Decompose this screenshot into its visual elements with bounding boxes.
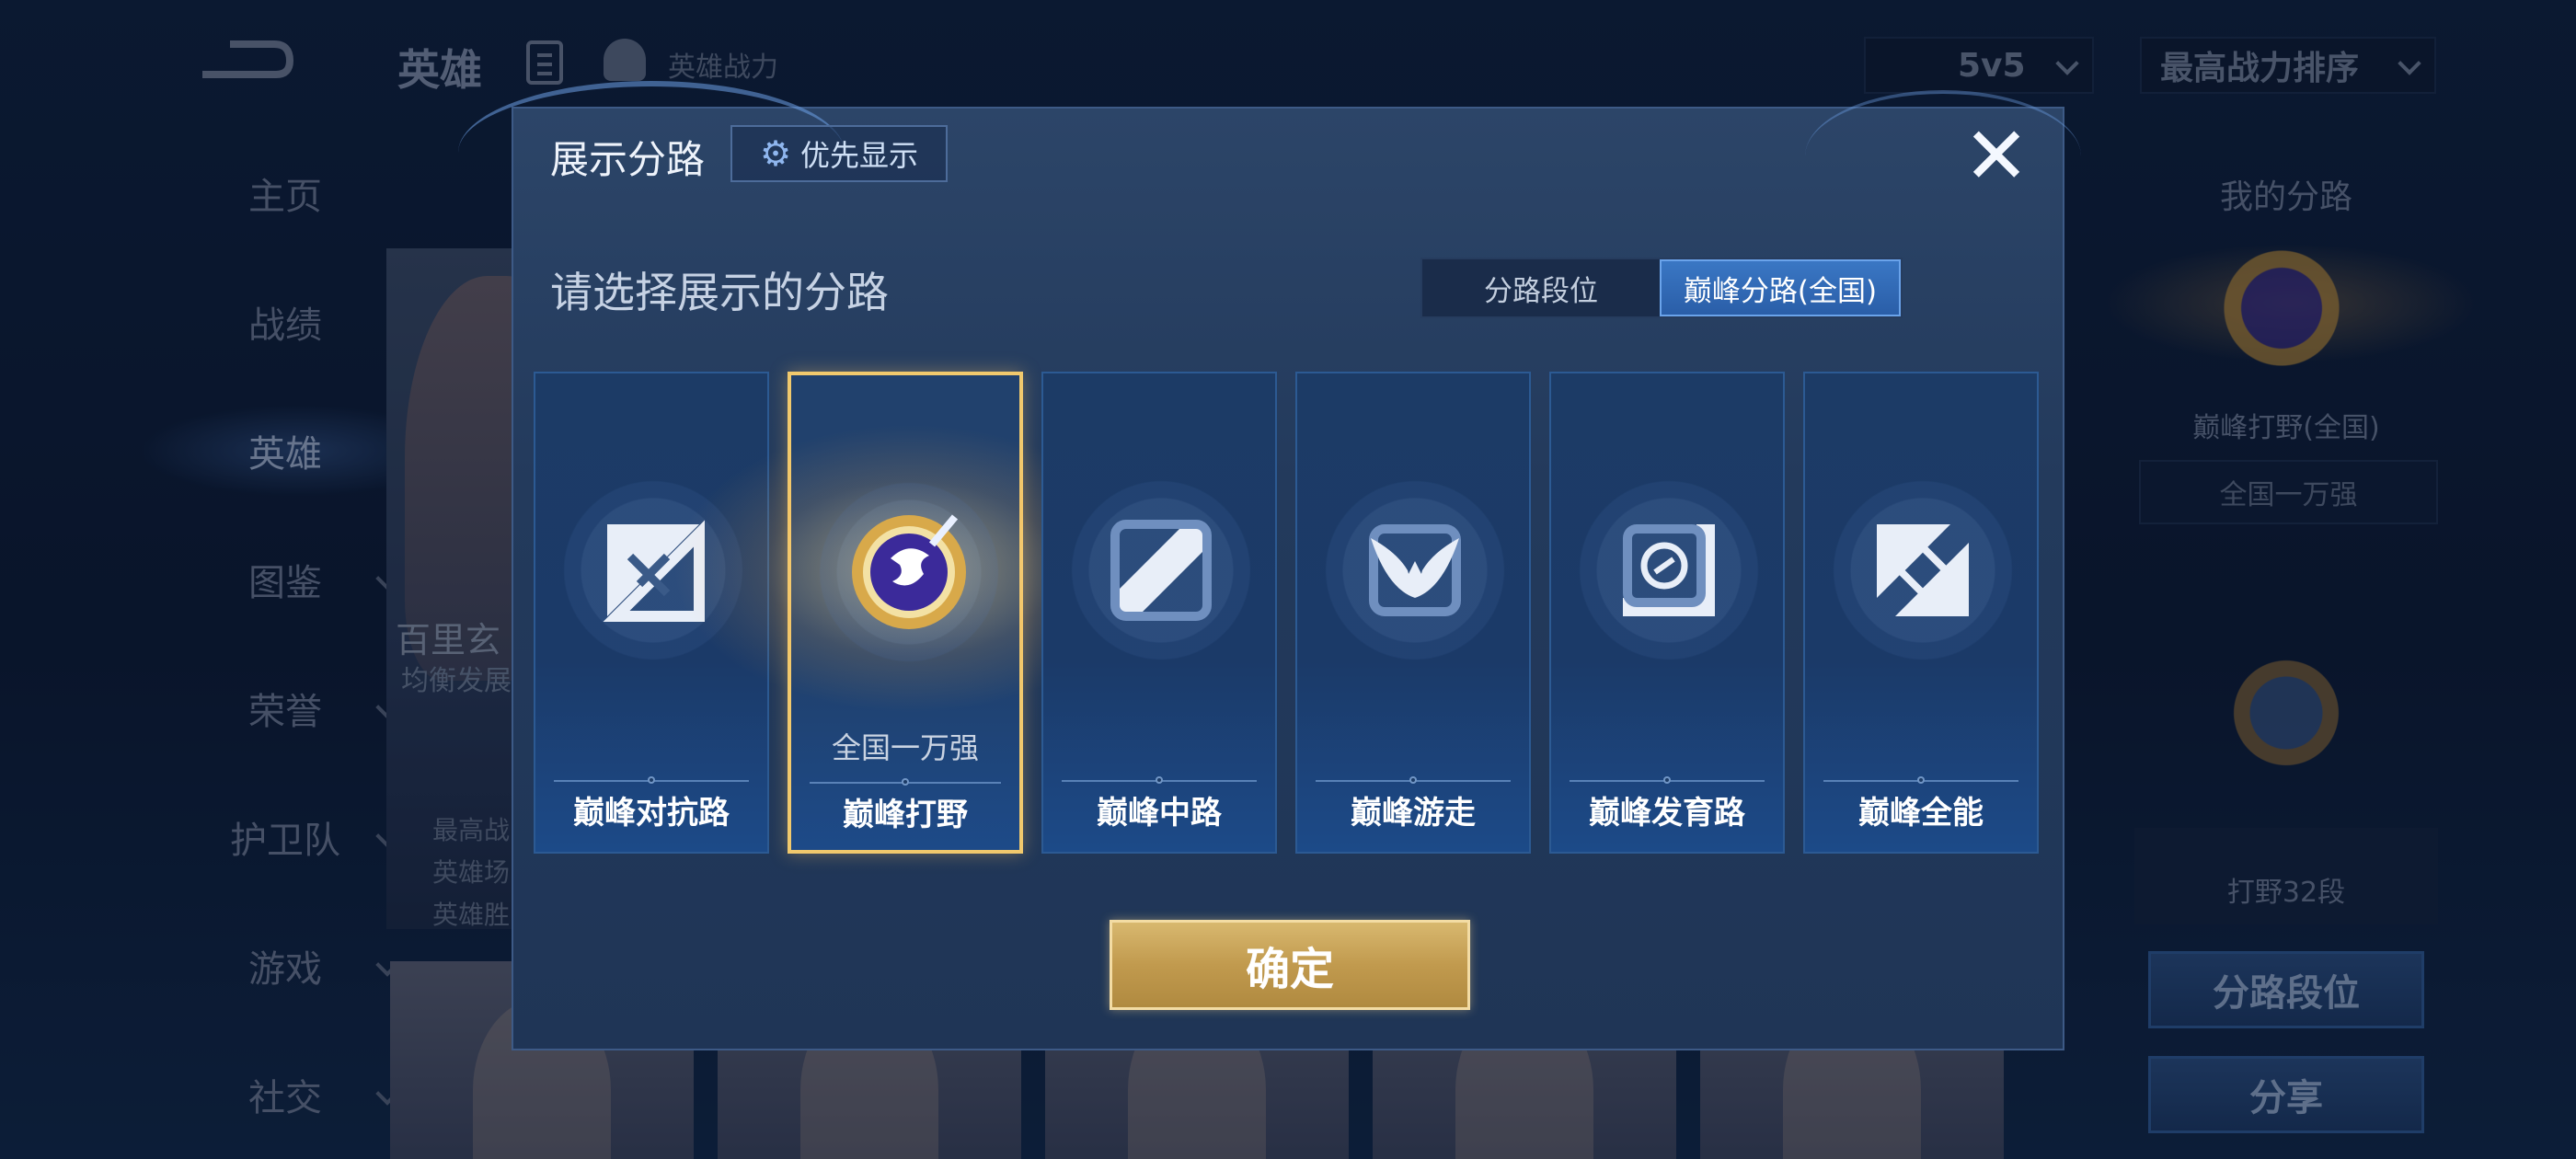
lane-divider: [554, 776, 749, 784]
tab-peak-lane-national[interactable]: 巅峰分路(全国): [1660, 259, 1901, 316]
lane-divider: [810, 778, 1001, 786]
roam-wings-icon: [1323, 478, 1507, 662]
lane-label: 巅峰打野: [843, 797, 968, 833]
dialog-decoration: [1805, 90, 2081, 223]
tab-label: 分路段位: [1484, 274, 1598, 308]
lane-display-dialog: 展示分路 ⚙ 优先显示 ✕ 请选择展示的分路 分路段位 巅峰分路(全国) 巅峰对…: [458, 81, 2081, 1050]
confirm-button[interactable]: 确定: [1110, 920, 1470, 1010]
tab-lane-rank[interactable]: 分路段位: [1422, 259, 1660, 316]
lane-option-farm[interactable]: 巅峰发育路: [1549, 372, 1785, 854]
lane-divider: [1823, 776, 2018, 784]
lane-option-jungle[interactable]: 全国一万强 巅峰打野: [653, 372, 1168, 854]
lane-label: 巅峰发育路: [1589, 795, 1745, 832]
close-icon[interactable]: ✕: [1960, 117, 2033, 196]
lane-divider: [1570, 776, 1765, 784]
farm-lane-icon: [1577, 478, 1761, 662]
lane-divider: [1316, 776, 1511, 784]
lane-label: 巅峰中路: [1097, 795, 1222, 832]
priority-display-button[interactable]: ⚙ 优先显示: [730, 125, 948, 182]
lane-label: 巅峰游走: [1351, 795, 1476, 832]
dialog-subtitle: 请选择展示的分路: [550, 268, 889, 317]
lane-option-mid[interactable]: 巅峰中路: [1041, 372, 1277, 854]
confirm-button-label: 确定: [1245, 944, 1334, 995]
lane-options: 巅峰对抗路 全国一万强 巅峰打野 巅峰中路 巅峰游走 巅峰发育路 巅峰全能: [534, 372, 2039, 854]
lane-label: 巅峰对抗路: [573, 795, 730, 832]
jungle-emblem-icon: [817, 480, 1001, 664]
mid-lane-icon: [1069, 478, 1253, 662]
lane-tab-group: 分路段位 巅峰分路(全国): [1420, 258, 1903, 318]
dialog-title: 展示分路: [550, 137, 706, 182]
priority-display-label: 优先显示: [800, 138, 919, 173]
gear-icon: ⚙: [759, 133, 792, 174]
all-round-icon: [1831, 478, 2015, 662]
lane-divider: [1062, 776, 1257, 784]
lane-option-all-round[interactable]: 巅峰全能: [1803, 372, 2039, 854]
tab-label: 巅峰分路(全国): [1683, 274, 1878, 308]
lane-option-roam[interactable]: 巅峰游走: [1295, 372, 1531, 854]
lane-label: 巅峰全能: [1858, 795, 1984, 832]
lane-rank: 全国一万强: [831, 730, 979, 765]
